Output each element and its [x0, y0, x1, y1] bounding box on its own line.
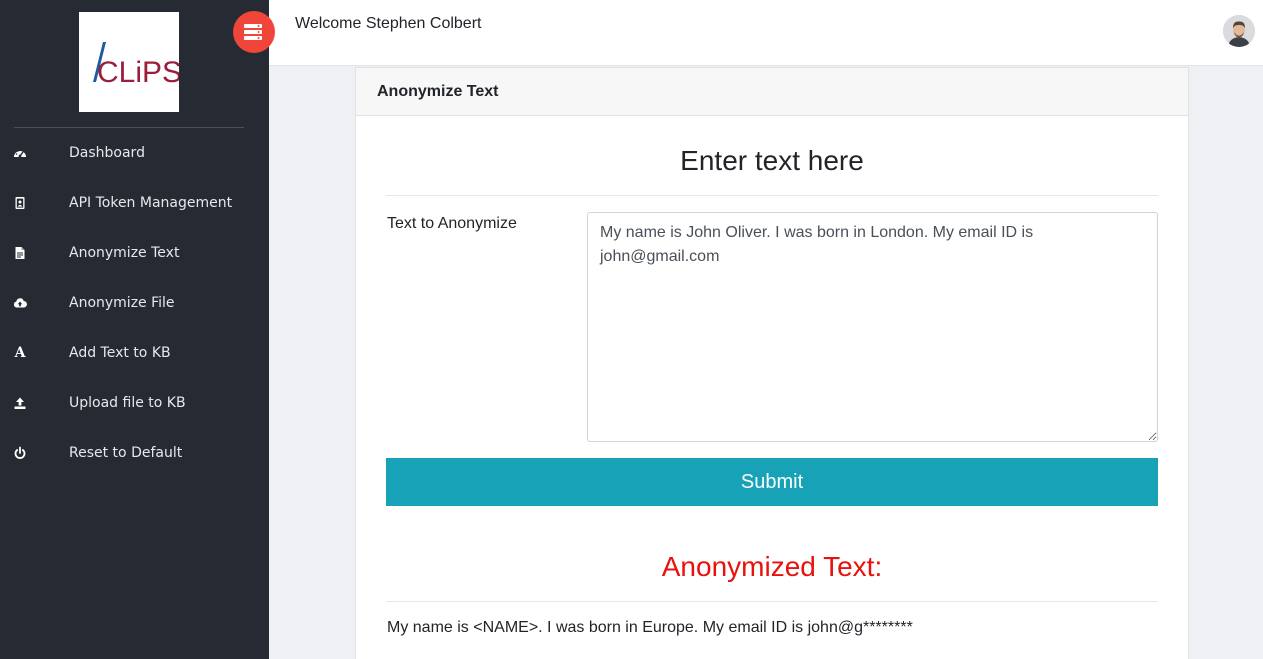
anonymized-text-heading: Anonymized Text: [661, 551, 883, 582]
id-badge-icon [13, 196, 27, 210]
card-title: Anonymize Text [377, 82, 499, 100]
document-icon [13, 246, 27, 260]
result-divider [386, 601, 1158, 602]
sidebar-item-anonymize-text[interactable]: Anonymize Text [0, 228, 269, 278]
sidebar-item-label: Add Text to KB [69, 345, 171, 361]
logo-text: CLiPS [97, 56, 179, 89]
sidebar-item-api-token-management[interactable]: API Token Management [0, 178, 269, 228]
sidebar-item-anonymize-file[interactable]: Anonymize File [0, 278, 269, 328]
card-header: Anonymize Text [356, 68, 1188, 116]
form-divider [386, 195, 1158, 196]
menu-list-icon [244, 24, 262, 40]
text-to-anonymize-input[interactable]: My name is John Oliver. I was born in Lo… [587, 212, 1158, 442]
user-avatar[interactable] [1223, 15, 1255, 47]
anonymized-text-output: My name is <NAME>. I was born in Europe.… [387, 619, 913, 636]
text-to-anonymize-label: Text to Anonymize [387, 215, 517, 232]
cloud-upload-icon [13, 296, 27, 310]
sidebar-item-label: Anonymize File [69, 295, 175, 311]
sidebar-item-reset-to-default[interactable]: Reset to Default [0, 428, 269, 478]
submit-button[interactable]: Submit [386, 458, 1158, 506]
avatar-icon [1223, 15, 1255, 47]
clips-logo[interactable]: CLiPS [79, 12, 179, 112]
welcome-message: Welcome Stephen Colbert [295, 15, 482, 32]
font-icon: A [14, 345, 26, 361]
clips-logo-graphic: CLiPS [93, 42, 179, 89]
sidebar-item-label: Anonymize Text [69, 245, 180, 261]
sidebar: CLiPS Dashboard API Token Management Ano… [0, 0, 269, 659]
form-heading: Enter text here [680, 145, 864, 176]
top-header: Welcome Stephen Colbert [269, 0, 1263, 66]
anonymize-text-card: Anonymize Text Enter text here Text to A… [355, 67, 1189, 659]
upload-icon [13, 396, 27, 410]
sidebar-item-add-text-to-kb[interactable]: A Add Text to KB [0, 328, 269, 378]
sidebar-item-dashboard[interactable]: Dashboard [0, 128, 269, 178]
sidebar-nav: Dashboard API Token Management Anonymize… [0, 128, 269, 478]
sidebar-item-upload-file-to-kb[interactable]: Upload file to KB [0, 378, 269, 428]
sidebar-toggle-button[interactable] [233, 11, 275, 53]
sidebar-item-label: Upload file to KB [69, 395, 186, 411]
power-icon [13, 446, 27, 460]
sidebar-item-label: Dashboard [69, 145, 145, 161]
sidebar-item-label: Reset to Default [69, 445, 183, 461]
dashboard-icon [13, 146, 27, 160]
sidebar-item-label: API Token Management [69, 195, 233, 211]
